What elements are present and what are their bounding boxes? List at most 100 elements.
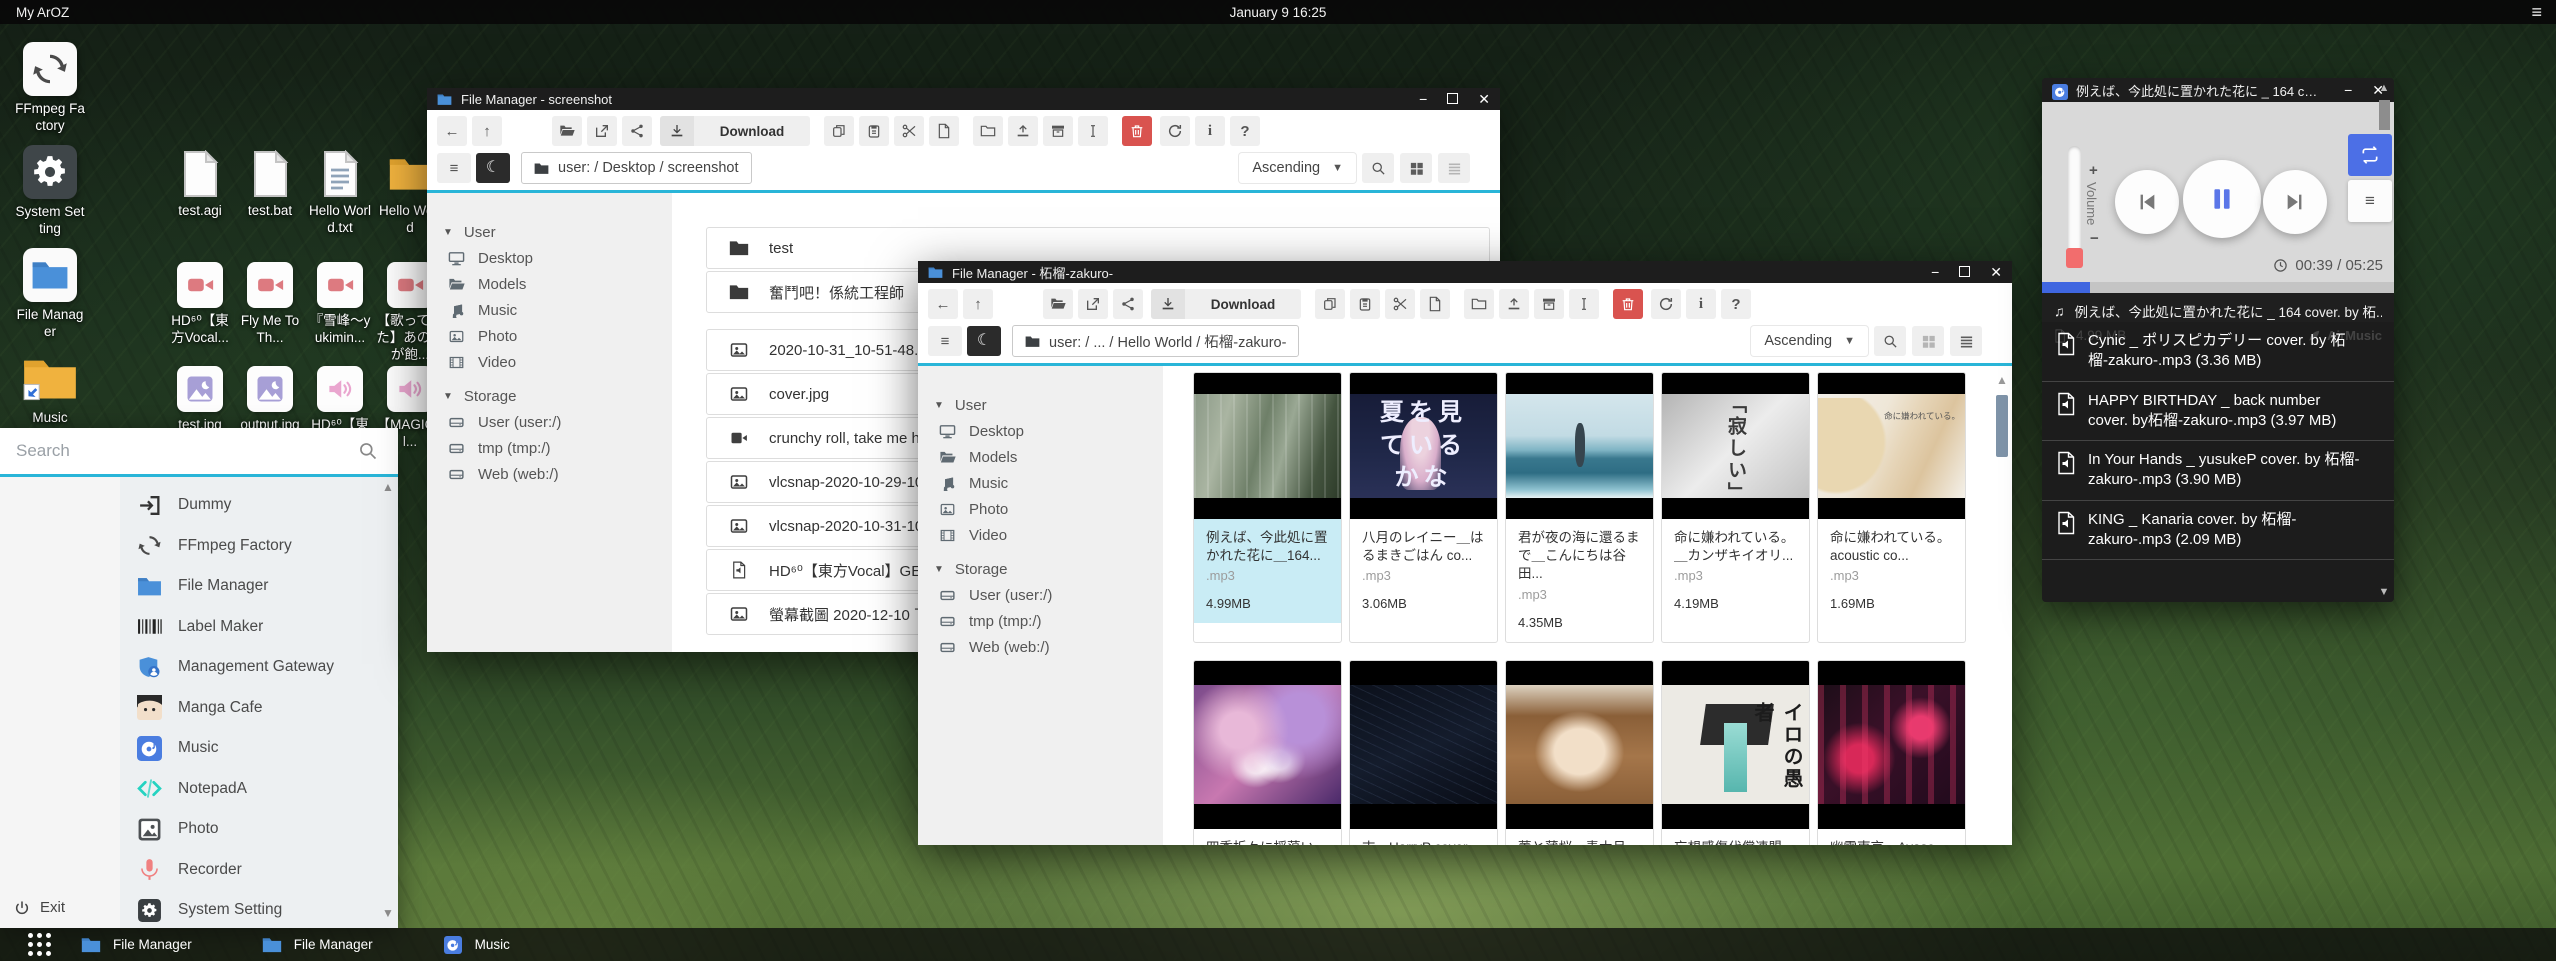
grid-file-card[interactable]: 幽霊東京＿Ayase [1817, 660, 1966, 845]
open-external-button[interactable] [1078, 289, 1108, 319]
scroll-up-icon[interactable]: ▲ [1996, 373, 2008, 387]
download-button[interactable]: Download [660, 116, 810, 146]
dark-mode-toggle[interactable]: ☾ [476, 153, 510, 183]
close-button[interactable]: ✕ [1990, 265, 2002, 279]
grid-file-card[interactable]: イロの愚者 妄想感傷代償連盟 [1661, 660, 1810, 845]
open-button[interactable] [552, 116, 582, 146]
app-item-photo[interactable]: Photo [120, 809, 398, 850]
back-button[interactable]: ← [928, 289, 958, 319]
trash-button[interactable] [1122, 116, 1152, 146]
help-button[interactable]: ? [1230, 116, 1260, 146]
up-button[interactable]: ↑ [472, 116, 502, 146]
volume-slider-thumb[interactable] [2066, 248, 2083, 268]
sidebar-item-music[interactable]: Music [934, 470, 1163, 496]
sidebar-item-desktop[interactable]: Desktop [934, 418, 1163, 444]
category-other[interactable] [0, 766, 120, 797]
download-button[interactable]: Download [1151, 289, 1301, 319]
playlist-item-happy-birthday[interactable]: HAPPY BIRTHDAY _ back number cover. by柘榴… [2042, 382, 2394, 442]
app-item-manga-cafe[interactable]: Manga Cafe [120, 688, 398, 729]
scrollbar-thumb[interactable] [2379, 100, 2390, 130]
taskbar-item-file-manager-1[interactable]: File Manager [81, 936, 192, 954]
copy-button[interactable] [824, 116, 854, 146]
next-track-button[interactable] [2263, 170, 2327, 234]
volume-down[interactable]: − [2090, 230, 2099, 247]
sidebar-item-tmp-drive[interactable]: tmp (tmp:/) [443, 435, 672, 461]
sidebar-item-user-drive[interactable]: User (user:/) [443, 409, 672, 435]
playlist-item-cynic[interactable]: Cynic _ ポリスピカデリー cover. by 柘榴-zakuro-.mp… [2042, 322, 2394, 382]
app-item-ffmpeg-factory[interactable]: FFmpeg Factory [120, 526, 398, 567]
cut-button[interactable] [894, 116, 924, 146]
rename-button[interactable] [1078, 116, 1108, 146]
new-folder-button[interactable] [1464, 289, 1494, 319]
minimize-button[interactable]: − [1419, 92, 1427, 106]
grid-file-card[interactable]: 吉＿HarryP cover [1349, 660, 1498, 845]
sidebar-item-web-drive[interactable]: Web (web:/) [934, 634, 1163, 660]
window-title-bar[interactable]: 例えば、今此処に置かれた花に _ 164 c… − ✕ [2042, 78, 2394, 102]
refresh-button[interactable] [1160, 116, 1190, 146]
category-all[interactable] [0, 487, 120, 518]
desktop-file-video-2[interactable]: Fly Me To Th... [236, 262, 304, 364]
upload-button[interactable] [1008, 116, 1038, 146]
sidebar-item-photo[interactable]: Photo [934, 496, 1163, 522]
maximize-button[interactable] [1447, 92, 1458, 106]
minimize-button[interactable]: − [2344, 83, 2352, 97]
grid-file-card[interactable]: 夏を見ているかな 八月のレイニー＿はるまきごはん co... .mp3 3.06… [1349, 372, 1498, 643]
category-media[interactable] [0, 518, 120, 549]
grid-scrollbar[interactable]: ▲ [1994, 373, 2010, 835]
list-view-button[interactable] [1438, 153, 1470, 183]
category-system-tools[interactable] [0, 704, 120, 735]
sort-order-dropdown[interactable]: Ascending▼ [1751, 326, 1868, 356]
top-menu-icon[interactable]: ≡ [2531, 3, 2542, 21]
app-list-scrollbar[interactable]: ▲▼ [380, 480, 396, 920]
app-item-management-gateway[interactable]: Management Gateway [120, 647, 398, 688]
grid-view-button[interactable] [1400, 153, 1432, 183]
copy-button[interactable] [1315, 289, 1345, 319]
desktop-file-hello-world-txt[interactable]: Hello World.txt [306, 150, 374, 237]
sidebar-section-storage[interactable]: ▼Storage [443, 383, 672, 409]
app-item-music[interactable]: Music [120, 728, 398, 769]
refresh-button[interactable] [1651, 289, 1681, 319]
grid-file-card[interactable]: 命に嫌われている。 命に嫌われている。acoustic co... .mp3 1… [1817, 372, 1966, 643]
rename-button[interactable] [1569, 289, 1599, 319]
new-file-button[interactable] [1420, 289, 1450, 319]
grid-view-button[interactable] [1912, 326, 1944, 356]
maximize-button[interactable] [1959, 265, 1970, 279]
category-office[interactable] [0, 549, 120, 580]
scrollbar-thumb[interactable] [1996, 395, 2008, 457]
window-title-bar[interactable]: File Manager - 柘榴-zakuro- − ✕ [918, 261, 2012, 283]
scroll-down-icon[interactable]: ▼ [382, 906, 394, 920]
upload-button[interactable] [1499, 289, 1529, 319]
minimize-button[interactable]: − [1931, 265, 1939, 279]
archive-button[interactable] [1043, 116, 1073, 146]
sidebar-section-user[interactable]: ▼User [443, 219, 672, 245]
help-button[interactable]: ? [1721, 289, 1751, 319]
list-view-button[interactable] [1950, 326, 1982, 356]
sidebar-item-models[interactable]: Models [934, 444, 1163, 470]
breadcrumb[interactable]: user: / Desktop / screenshot [521, 152, 752, 184]
sidebar-toggle-button[interactable]: ≡ [928, 326, 962, 356]
launcher-file-manager[interactable]: File Manager [14, 248, 86, 341]
search-button[interactable] [1362, 153, 1394, 183]
sidebar-item-desktop[interactable]: Desktop [443, 245, 672, 271]
grid-file-card[interactable]: 「寂しい」 命に嫌われている。＿カンザキイオリ... .mp3 4.19MB [1661, 372, 1810, 643]
launcher-system-setting[interactable]: System Setting [14, 145, 86, 238]
archive-button[interactable] [1534, 289, 1564, 319]
app-item-label-maker[interactable]: Label Maker [120, 607, 398, 648]
grid-file-card[interactable]: 蕾と薄桜＿青木月 [1505, 660, 1654, 845]
info-button[interactable]: i [1686, 289, 1716, 319]
paste-button[interactable] [1350, 289, 1380, 319]
up-button[interactable]: ↑ [963, 289, 993, 319]
category-files[interactable] [0, 611, 120, 642]
cut-button[interactable] [1385, 289, 1415, 319]
sidebar-section-storage[interactable]: ▼Storage [934, 556, 1163, 582]
sidebar-item-tmp-drive[interactable]: tmp (tmp:/) [934, 608, 1163, 634]
app-item-file-manager[interactable]: File Manager [120, 566, 398, 607]
playlist-item-king[interactable]: KING _ Kanaria cover. by 柘榴-zakuro-.mp3 … [2042, 501, 2394, 561]
open-button[interactable] [1043, 289, 1073, 319]
breadcrumb[interactable]: user: / ... / Hello World / 柘榴-zakuro- [1012, 325, 1299, 357]
app-item-system-setting[interactable]: System Setting [120, 890, 398, 928]
category-download[interactable] [0, 580, 120, 611]
sidebar-item-user-drive[interactable]: User (user:/) [934, 582, 1163, 608]
sidebar-section-user[interactable]: ▼User [934, 392, 1163, 418]
volume-slider[interactable] [2068, 146, 2081, 264]
